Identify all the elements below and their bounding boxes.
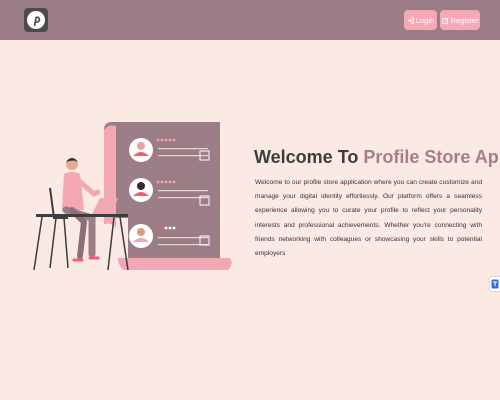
navbar: Login Register [0,0,500,40]
title-accent: Profile Store App [363,147,500,167]
pinterest-logo[interactable] [24,8,48,32]
pinterest-icon [27,11,45,29]
page-title: Welcome To Profile Store App [254,146,500,168]
profile-store-illustration [33,122,232,271]
translate-widget[interactable] [489,276,500,292]
register-label: Register [450,15,479,25]
title-prefix: Welcome To [254,147,364,167]
login-label: Login [415,15,435,25]
welcome-description: Welcome to our profile store application… [255,179,482,258]
translate-icon [491,279,499,289]
edit-icon [441,16,449,24]
login-button[interactable]: Login [404,10,437,30]
register-button[interactable]: Register [440,10,480,30]
sign-in-icon [407,16,414,24]
